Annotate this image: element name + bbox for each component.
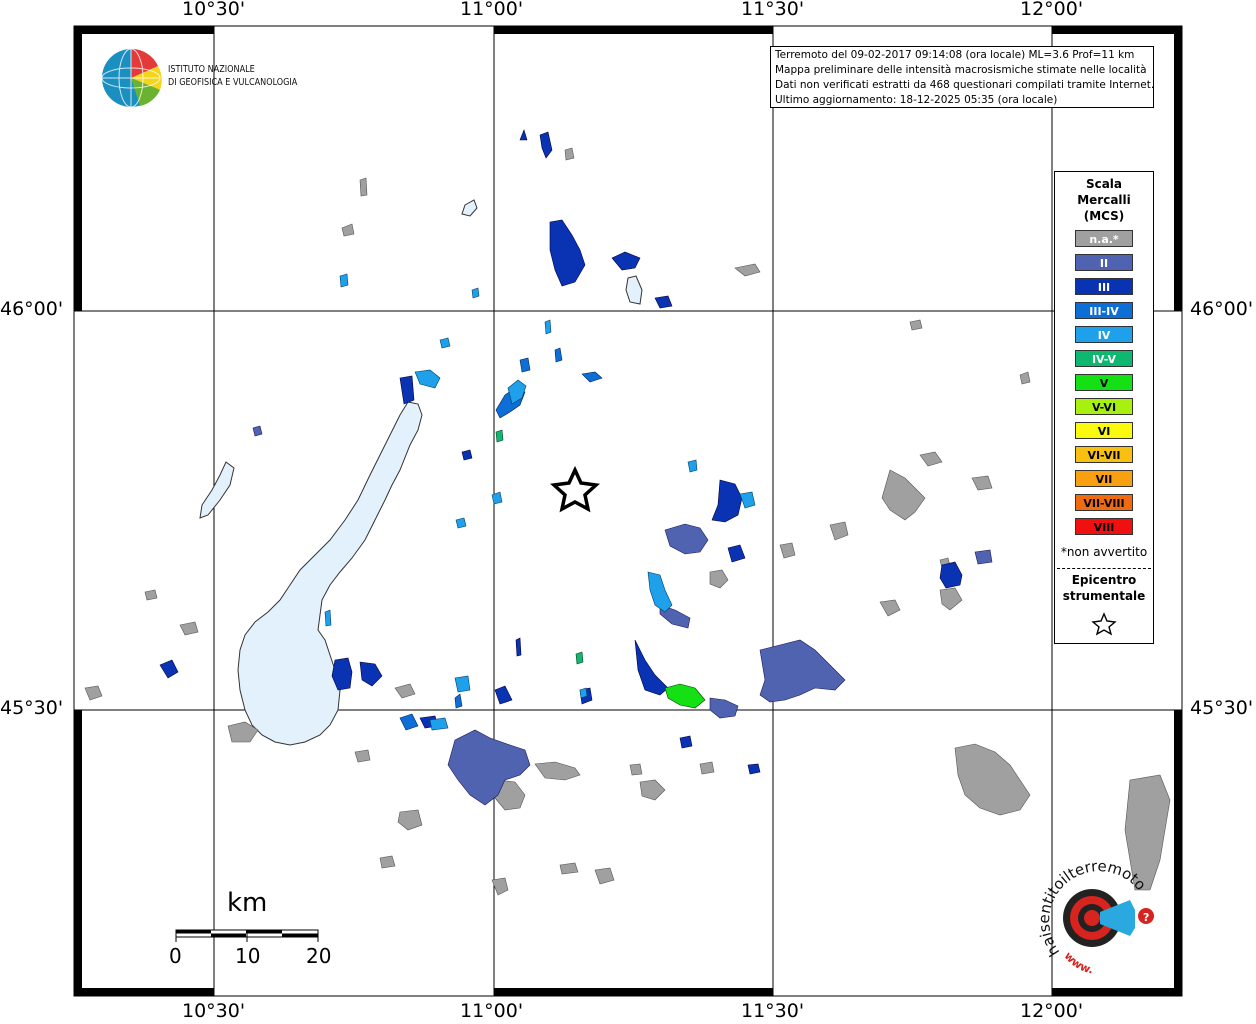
legend-title-line1: Scala: [1085, 177, 1123, 191]
map-frame: [73, 25, 1183, 997]
legend-item: VI: [1075, 422, 1133, 439]
legend-note: *non avvertito: [1060, 545, 1148, 559]
legend-item: III-IV: [1075, 302, 1133, 319]
scale-tick-20: 20: [306, 944, 332, 968]
lat-label-right-4600: 46°00': [1190, 298, 1254, 320]
legend-item: IV-V: [1075, 350, 1133, 367]
star-outline-icon: [1091, 612, 1117, 636]
haisentito-text: haisentitoilterremoto.it www.: [1027, 846, 1150, 980]
mcs-legend: Scala Mercalli (MCS) n.a.* II III III-IV IV I…: [1054, 171, 1154, 644]
lon-label-bottom-1100: 11°00': [460, 1000, 524, 1022]
event-info-line4: Ultimo aggiornamento: 18-12-2025 05:35 (…: [775, 94, 1058, 106]
event-info-line3: Dati non verificati estratti da 468 ques…: [775, 79, 1154, 91]
lon-label-top-1200: 12°00': [1020, 0, 1084, 20]
legend-item: V-VI: [1075, 398, 1133, 415]
lat-label-right-4530: 45°30': [1190, 697, 1254, 719]
lon-label-bottom-1200: 12°00': [1020, 1000, 1084, 1022]
legend-item: VI-VII: [1075, 446, 1133, 463]
institute-name: ISTITUTO NAZIONALE DI GEOFISICA E VULCAN…: [168, 63, 297, 89]
legend-item: VII-VIII: [1075, 494, 1133, 511]
lon-label-top-1030: 10°30': [182, 0, 246, 20]
legend-title: Scala Mercalli (MCS): [1055, 176, 1153, 224]
legend-separator: [1057, 568, 1151, 569]
institute-line2: DI GEOFISICA E VULCANOLOGIA: [168, 77, 298, 88]
event-info-box: Terremoto del 09-02-2017 09:14:08 (ora l…: [770, 46, 1154, 108]
haisentito-text-svg: haisentitoilterremoto.it www.: [1027, 846, 1150, 977]
lat-label-left-4600: 46°00': [0, 298, 64, 320]
scale-unit: km: [227, 888, 268, 918]
legend-epicenter-line1: Epicentro: [1071, 573, 1137, 587]
lat-label-left-4530: 45°30': [0, 697, 64, 719]
lon-label-top-1100: 11°00': [460, 0, 524, 20]
legend-item: n.a.*: [1075, 230, 1133, 247]
haisentito-url-text: haisentitoilterremoto.it: [1030, 860, 1150, 960]
haisentito-www-text: www.: [1062, 949, 1095, 976]
legend-item: IV: [1075, 326, 1133, 343]
lon-label-bottom-1130: 11°30': [741, 1000, 805, 1022]
lon-label-bottom-1030: 10°30': [182, 1000, 246, 1022]
event-info-line1: Terremoto del 09-02-2017 09:14:08 (ora l…: [775, 49, 1135, 61]
legend-epicenter-line2: strumentale: [1062, 589, 1146, 603]
scale-tick-10: 10: [235, 944, 261, 968]
lon-label-top-1130: 11°30': [741, 0, 805, 20]
legend-item: II: [1075, 254, 1133, 271]
legend-item: VII: [1075, 470, 1133, 487]
legend-title-line3: (MCS): [1083, 209, 1125, 223]
legend-epicenter-label: Epicentro strumentale: [1055, 572, 1153, 604]
legend-title-line2: Mercalli: [1077, 193, 1131, 207]
legend-item: III: [1075, 278, 1133, 295]
scale-tick-0: 0: [169, 944, 182, 968]
legend-item: VIII: [1075, 518, 1133, 535]
legend-item: V: [1075, 374, 1133, 391]
event-info-line2: Mappa preliminare delle intensità macros…: [775, 64, 1147, 76]
institute-line1: ISTITUTO NAZIONALE: [168, 64, 255, 75]
